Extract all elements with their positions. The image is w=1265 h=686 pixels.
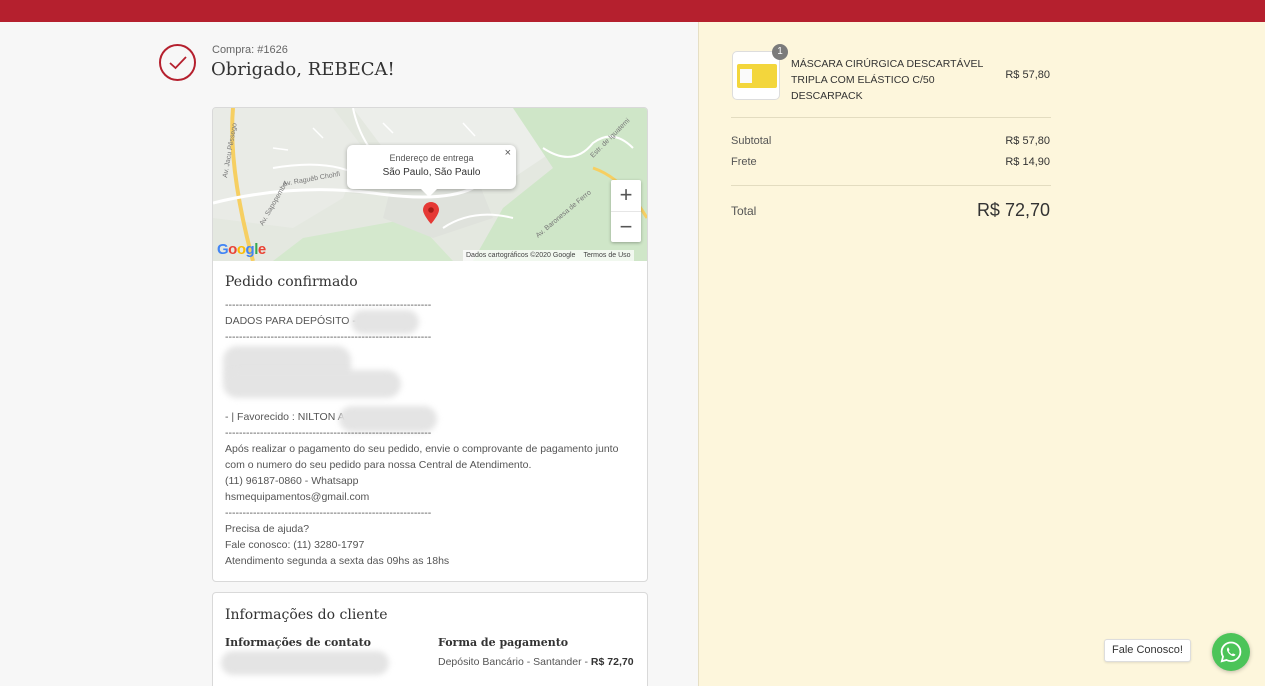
divider bbox=[731, 185, 1051, 186]
delivery-map[interactable]: Av. Jacu Pêssego Av. Raguêb Chohfi Av. S… bbox=[213, 108, 647, 261]
map-terms-link[interactable]: Termos de Uso bbox=[583, 252, 630, 259]
instructions-line: com o numero do seu pedido para nossa Ce… bbox=[225, 459, 532, 471]
shipping-value: R$ 14,90 bbox=[1005, 156, 1050, 168]
top-bar bbox=[0, 0, 1265, 22]
whatsapp-number: (11) 96187-0860 - Whatsapp bbox=[225, 475, 359, 487]
google-logo: Google bbox=[217, 241, 266, 258]
product-thumbnail bbox=[732, 51, 780, 100]
customer-info-card: Informações do cliente Informações de co… bbox=[212, 592, 648, 686]
subtotal-label: Subtotal bbox=[731, 135, 772, 147]
contact-phone: Fale conosco: (11) 3280-1797 bbox=[225, 539, 365, 551]
business-hours: Atendimento segunda a sexta das 09hs as … bbox=[225, 555, 450, 567]
contact-email: hsmequipamentos@gmail.com bbox=[225, 491, 370, 503]
map-data-credit: Dados cartográficos ©2020 Google bbox=[466, 252, 576, 259]
map-attribution: Dados cartográficos ©2020 Google Termos d… bbox=[463, 250, 634, 261]
close-icon[interactable]: × bbox=[505, 147, 511, 159]
payment-method: Depósito Bancário - Santander - R$ 72,70 bbox=[438, 656, 634, 668]
payment-method-text: Depósito Bancário - Santander - bbox=[438, 656, 588, 668]
product-price: R$ 57,80 bbox=[1005, 69, 1050, 81]
zoom-in-button[interactable]: + bbox=[611, 180, 641, 211]
page-title: Obrigado, REBECA! bbox=[211, 59, 395, 80]
popup-city: São Paulo, São Paulo bbox=[382, 167, 481, 178]
check-circle-icon bbox=[159, 44, 196, 81]
subtotal-value: R$ 57,80 bbox=[1005, 135, 1050, 147]
redacted-text bbox=[223, 370, 401, 398]
popup-title: Endereço de entrega bbox=[389, 153, 474, 163]
order-confirmation-card: Av. Jacu Pêssego Av. Raguêb Chohfi Av. S… bbox=[212, 107, 648, 582]
payment-amount: R$ 72,70 bbox=[590, 656, 634, 668]
zoom-out-button[interactable]: − bbox=[611, 211, 641, 242]
divider bbox=[731, 117, 1051, 118]
deposit-heading: DADOS PARA DEPÓSITO - bbox=[225, 315, 356, 327]
whatsapp-button[interactable] bbox=[1212, 633, 1250, 671]
map-zoom-control: + − bbox=[611, 180, 641, 242]
product-name: MÁSCARA CIRÚRGICA DESCARTÁVEL TRIPLA COM… bbox=[791, 58, 983, 102]
total-label: Total bbox=[731, 204, 757, 218]
instructions-line: Após realizar o pagamento do seu pedido,… bbox=[225, 443, 619, 455]
order-summary-panel bbox=[698, 22, 1265, 686]
whatsapp-icon bbox=[1220, 641, 1242, 663]
total-value: R$ 72,70 bbox=[976, 200, 1050, 220]
favored-line: - | Favorecido : NILTON A bbox=[225, 411, 345, 423]
map-pin-icon[interactable] bbox=[423, 202, 439, 229]
contact-info-heading: Informações de contato bbox=[225, 636, 372, 649]
map-info-popup: Endereço de entrega São Paulo, São Paulo… bbox=[347, 145, 516, 197]
customer-info-title: Informações do cliente bbox=[225, 607, 388, 623]
shipping-label: Frete bbox=[731, 156, 757, 168]
divider: ----------------------------------------… bbox=[225, 427, 432, 439]
divider: ----------------------------------------… bbox=[225, 507, 432, 519]
chat-label[interactable]: Fale Conosco! bbox=[1104, 639, 1191, 662]
quantity-badge: 1 bbox=[772, 44, 788, 60]
confirmation-title: Pedido confirmado bbox=[225, 274, 358, 290]
help-text: Precisa de ajuda? bbox=[225, 523, 310, 535]
redacted-text bbox=[221, 651, 389, 675]
order-number: Compra: #1626 bbox=[212, 44, 288, 56]
mask-box-image bbox=[737, 64, 777, 88]
divider: ----------------------------------------… bbox=[225, 331, 432, 343]
payment-method-heading: Forma de pagamento bbox=[438, 636, 569, 649]
